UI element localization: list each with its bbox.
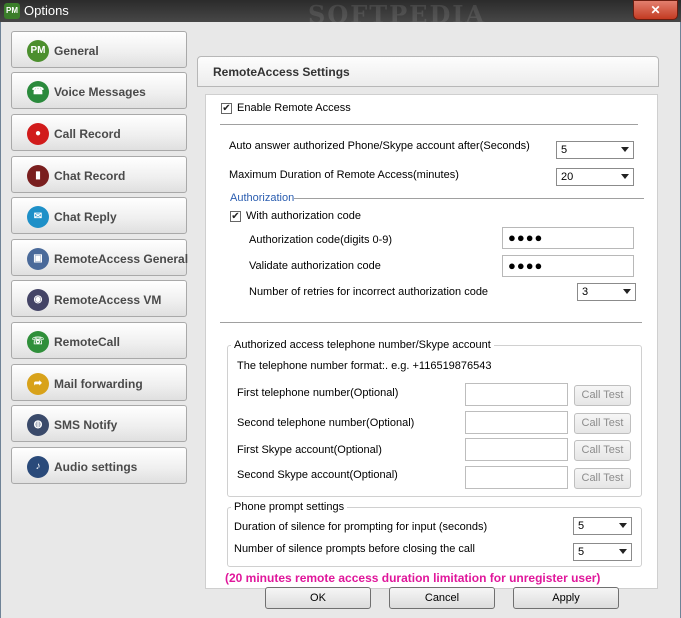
sidebar-item-chat-reply[interactable]: ✉ Chat Reply bbox=[11, 197, 187, 234]
silence-count-select[interactable]: 5 bbox=[573, 543, 632, 561]
apply-button[interactable]: Apply bbox=[513, 587, 619, 609]
window-title: Options bbox=[24, 3, 69, 18]
sidebar-item-label: SMS Notify bbox=[54, 418, 118, 432]
second-phone-call-test-button[interactable]: Call Test bbox=[574, 413, 631, 434]
phone-prompt-title: Phone prompt settings bbox=[231, 501, 348, 513]
sidebar-item-sms-notify[interactable]: ◍ SMS Notify bbox=[11, 405, 187, 442]
sidebar-item-label: RemoteAccess General bbox=[54, 252, 189, 266]
first-phone-call-test-button[interactable]: Call Test bbox=[574, 385, 631, 406]
first-phone-label: First telephone number(Optional) bbox=[237, 387, 399, 399]
max-duration-label: Maximum Duration of Remote Access(minute… bbox=[229, 169, 459, 181]
authorized-numbers-title: Authorized access telephone number/Skype… bbox=[231, 339, 494, 351]
second-skype-label: Second Skype account(Optional) bbox=[237, 469, 398, 481]
remote-call-icon: ☏ bbox=[27, 331, 49, 353]
validate-code-value: ●●●● bbox=[508, 258, 544, 273]
options-window: PM Options SOFTPEDIA ✕ PM General ☎ Voice M… bbox=[0, 0, 681, 618]
retries-select[interactable]: 3 bbox=[577, 283, 636, 301]
sidebar-item-voice-messages[interactable]: ☎ Voice Messages bbox=[11, 72, 187, 109]
sidebar-item-remoteaccess-vm[interactable]: ◉ RemoteAccess VM bbox=[11, 280, 187, 317]
first-skype-input[interactable] bbox=[465, 438, 568, 461]
sidebar-item-label: Voice Messages bbox=[54, 85, 146, 99]
sidebar-item-label: Chat Reply bbox=[54, 210, 117, 224]
with-authorization-code-label: With authorization code bbox=[246, 210, 361, 222]
sidebar-item-label: Call Record bbox=[54, 127, 121, 141]
sidebar-item-label: Audio settings bbox=[54, 460, 138, 474]
sidebar-item-remoteaccess-general[interactable]: ▣ RemoteAccess General bbox=[11, 239, 189, 276]
sidebar-item-label: RemoteAccess VM bbox=[54, 293, 162, 307]
close-icon: ✕ bbox=[650, 3, 661, 17]
silence-duration-select[interactable]: 5 bbox=[573, 517, 632, 535]
sidebar-item-mail-forwarding[interactable]: ➦ Mail forwarding bbox=[11, 364, 187, 401]
separator bbox=[220, 322, 642, 324]
limitation-note: (20 minutes remote access duration limit… bbox=[225, 571, 601, 585]
sidebar-item-label: Chat Record bbox=[54, 169, 126, 183]
panel-title: RemoteAccess Settings bbox=[213, 65, 350, 79]
silence-duration-label: Duration of silence for prompting for in… bbox=[234, 521, 488, 533]
chevron-down-icon bbox=[621, 147, 629, 152]
first-skype-call-test-button[interactable]: Call Test bbox=[574, 440, 631, 461]
title-bar[interactable]: PM Options SOFTPEDIA ✕ bbox=[0, 0, 681, 29]
with-authorization-code-checkbox[interactable]: ✔ bbox=[230, 211, 241, 222]
enable-remote-access-checkbox[interactable]: ✔ bbox=[221, 103, 232, 114]
sidebar-item-general[interactable]: PM General bbox=[11, 31, 187, 68]
app-pm-icon: PM bbox=[4, 3, 20, 19]
enable-remote-access-label: Enable Remote Access bbox=[237, 102, 351, 114]
validate-code-input[interactable]: ●●●● bbox=[502, 255, 634, 277]
validate-code-label: Validate authorization code bbox=[249, 260, 381, 272]
authorization-code-value: ●●●● bbox=[508, 230, 544, 245]
auto-answer-label: Auto answer authorized Phone/Skype accou… bbox=[229, 140, 530, 152]
second-skype-call-test-button[interactable]: Call Test bbox=[574, 468, 631, 489]
sidebar-item-chat-record[interactable]: ▮ Chat Record bbox=[11, 156, 187, 193]
silence-count-value: 5 bbox=[578, 546, 585, 558]
sidebar-item-remotecall[interactable]: ☏ RemoteCall bbox=[11, 322, 187, 359]
ok-button[interactable]: OK bbox=[265, 587, 371, 609]
chevron-down-icon bbox=[619, 549, 627, 554]
separator bbox=[294, 198, 644, 200]
chat-reply-icon: ✉ bbox=[27, 206, 49, 228]
retries-value: 3 bbox=[582, 286, 589, 298]
close-button[interactable]: ✕ bbox=[633, 0, 678, 20]
retries-label: Number of retries for incorrect authoriz… bbox=[249, 286, 489, 298]
settings-panel: ✔ Enable Remote Access Auto answer autho… bbox=[205, 94, 658, 589]
silence-count-label: Number of silence prompts before closing… bbox=[234, 543, 475, 555]
audio-icon: ♪ bbox=[27, 456, 49, 478]
silence-duration-value: 5 bbox=[578, 520, 585, 532]
remote-access-icon: ▣ bbox=[27, 248, 49, 270]
remote-vm-icon: ◉ bbox=[27, 289, 49, 311]
max-duration-value: 20 bbox=[561, 171, 574, 183]
first-skype-label: First Skype account(Optional) bbox=[237, 444, 382, 456]
second-skype-input[interactable] bbox=[465, 466, 568, 489]
voice-message-icon: ☎ bbox=[27, 81, 49, 103]
second-phone-input[interactable] bbox=[465, 411, 568, 434]
pm-icon: PM bbox=[27, 40, 49, 62]
chevron-down-icon bbox=[621, 174, 629, 179]
sidebar-item-call-record[interactable]: ● Call Record bbox=[11, 114, 187, 151]
panel-header: RemoteAccess Settings bbox=[197, 56, 659, 87]
max-duration-select[interactable]: 20 bbox=[556, 168, 634, 186]
sidebar-item-audio-settings[interactable]: ♪ Audio settings bbox=[11, 447, 187, 484]
chevron-down-icon bbox=[619, 523, 627, 528]
auto-answer-value: 5 bbox=[561, 144, 568, 156]
sidebar-item-label: General bbox=[54, 44, 99, 58]
chat-record-icon: ▮ bbox=[27, 165, 49, 187]
first-phone-input[interactable] bbox=[465, 383, 568, 406]
separator bbox=[220, 124, 638, 126]
sms-icon: ◍ bbox=[27, 414, 49, 436]
mail-forward-icon: ➦ bbox=[27, 373, 49, 395]
authorization-code-input[interactable]: ●●●● bbox=[502, 227, 634, 249]
auto-answer-select[interactable]: 5 bbox=[556, 141, 634, 159]
authorization-code-label: Authorization code(digits 0-9) bbox=[249, 234, 393, 246]
sidebar-item-label: RemoteCall bbox=[54, 335, 121, 349]
phone-format-text: The telephone number format:. e.g. +1165… bbox=[237, 360, 492, 372]
record-icon: ● bbox=[27, 123, 49, 145]
second-phone-label: Second telephone number(Optional) bbox=[237, 417, 415, 429]
authorization-section-label: Authorization bbox=[230, 192, 295, 204]
cancel-button[interactable]: Cancel bbox=[389, 587, 495, 609]
client-area: PM General ☎ Voice Messages ● Call Record ▮ Cha… bbox=[1, 22, 680, 618]
sidebar-item-label: Mail forwarding bbox=[54, 377, 143, 391]
chevron-down-icon bbox=[623, 289, 631, 294]
